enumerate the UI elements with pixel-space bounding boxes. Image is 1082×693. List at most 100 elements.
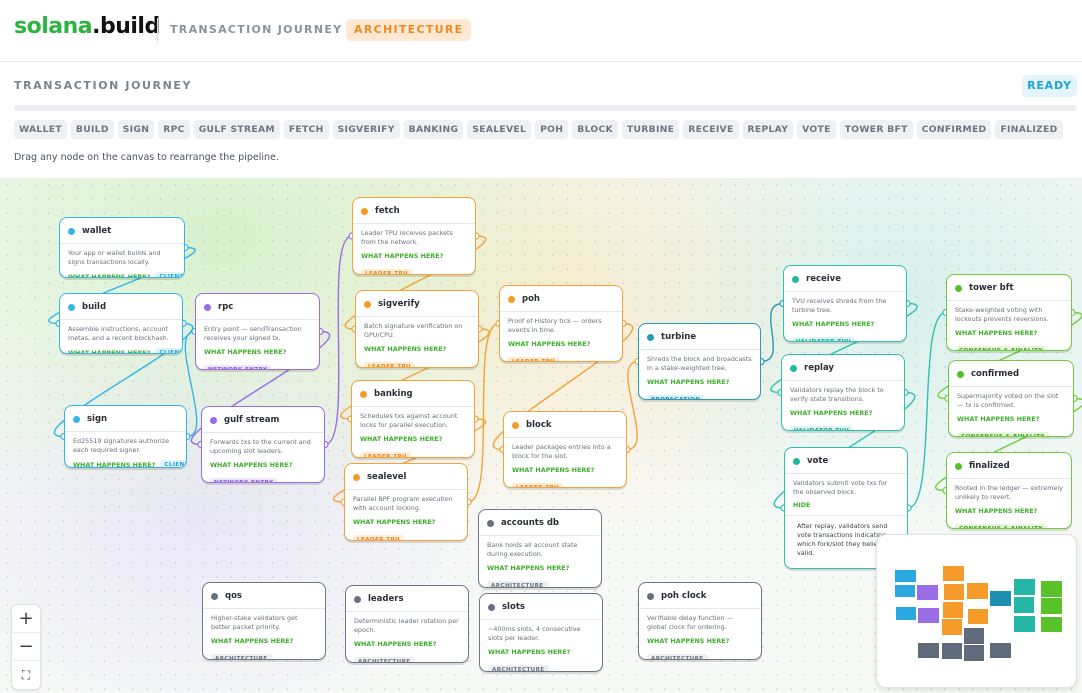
zoom-in-button[interactable]: + — [12, 605, 40, 633]
node-description: Assemble instructions, account metas, an… — [68, 325, 169, 342]
what-happens-here-button[interactable]: WHAT HAPPENS HERE? — [647, 378, 752, 386]
tab-architecture[interactable]: ARCHITECTURE — [346, 19, 472, 41]
step-chip-rpc[interactable]: RPC — [158, 120, 190, 139]
node-title: replay — [804, 363, 834, 373]
what-happens-here-button[interactable]: WHAT HAPPENS HERE? — [955, 329, 1063, 337]
minimap[interactable] — [876, 534, 1077, 688]
what-happens-here-button[interactable]: WHAT HAPPENS HERE? — [647, 637, 753, 645]
node-receive[interactable]: receive TVU receives shreds from the turb… — [783, 265, 907, 342]
node-rpc[interactable]: rpc Entry point — sendTransaction receive… — [195, 293, 320, 370]
what-happens-here-button[interactable]: WHAT HAPPENS HERE? — [488, 648, 594, 656]
logo[interactable]: solana.build — [14, 14, 160, 39]
node-title: rpc — [218, 302, 234, 312]
step-chip-finalized[interactable]: FINALIZED — [995, 120, 1063, 139]
what-happens-here-button[interactable]: WHAT HAPPENS HERE? — [957, 415, 1065, 423]
step-chip-fetch[interactable]: FETCH — [283, 120, 329, 139]
step-chip-vote[interactable]: VOTE — [797, 120, 836, 139]
node-banking[interactable]: banking Schedules txs against account loc… — [351, 380, 475, 458]
step-chip-poh[interactable]: POH — [535, 120, 569, 139]
node-finalized[interactable]: finalized Rooted in the ledger — extremel… — [946, 452, 1072, 529]
node-header: replay — [790, 361, 896, 375]
node-title: sigverify — [378, 299, 420, 309]
tab-transaction-journey[interactable]: TRANSACTION JOURNEY — [162, 19, 350, 41]
node-header: slots — [488, 600, 594, 614]
step-chip-block[interactable]: BLOCK — [572, 120, 618, 139]
node-category-tag: LEADER TPU — [364, 362, 415, 367]
zoom-out-button[interactable]: − — [12, 633, 40, 661]
node-block[interactable]: block Leader packages entries into a bloc… — [503, 411, 627, 488]
step-chip-banking[interactable]: BANKING — [403, 120, 464, 139]
fit-view-button[interactable]: ⛶ — [12, 661, 40, 689]
step-chip-confirmed[interactable]: CONFIRMED — [916, 120, 992, 139]
step-chip-turbine[interactable]: TURBINE — [621, 120, 680, 139]
node-poh[interactable]: poh Proof of History tick — orders events… — [499, 285, 623, 362]
step-chip-sign[interactable]: SIGN — [117, 120, 155, 139]
node-category-tag: VALIDATOR TVU — [790, 426, 854, 430]
what-happens-here-button[interactable]: WHAT HAPPENS HERE? — [360, 435, 466, 443]
node-leaders[interactable]: leaders Deterministic leader rotation per… — [345, 585, 469, 663]
status-dot-icon — [73, 415, 80, 423]
what-happens-here-button[interactable]: WHAT HAPPENS HERE? — [73, 461, 155, 467]
what-happens-here-button[interactable]: WHAT HAPPENS HERE? — [68, 273, 150, 277]
what-happens-here-button[interactable]: WHAT HAPPENS HERE? — [204, 348, 311, 356]
what-happens-here-button[interactable]: WHAT HAPPENS HERE? — [353, 518, 459, 526]
node-divider — [196, 319, 319, 320]
what-happens-here-button[interactable]: WHAT HAPPENS HERE? — [792, 320, 898, 328]
minimap-node-build — [894, 585, 916, 598]
node-header: sign — [73, 412, 178, 426]
node-description: ~400ms slots, 4 consecutive slots per le… — [488, 625, 581, 642]
minimap-node-sign — [895, 607, 916, 620]
node-confirmed[interactable]: confirmed Supermajority voted on the slot… — [948, 360, 1074, 437]
step-chip-wallet[interactable]: WALLET — [14, 120, 67, 139]
node-fetch[interactable]: fetch Leader TPU receives packets from th… — [352, 197, 476, 275]
step-chip-build[interactable]: BUILD — [70, 120, 114, 139]
hide-details-button[interactable]: HIDE — [793, 501, 899, 509]
node-title: block — [526, 420, 552, 430]
step-chip-sigverify[interactable]: SIGVERIFY — [332, 120, 400, 139]
what-happens-here-button[interactable]: WHAT HAPPENS HERE? — [508, 340, 614, 348]
node-qos[interactable]: qos Higher-stake validators get better pa… — [202, 582, 326, 660]
node-gulf[interactable]: gulf stream Forwards txs to the current a… — [201, 406, 325, 483]
node-wallet[interactable]: wallet Your app or wallet builds and sign… — [59, 217, 185, 278]
node-category-tag: NETWORK ENTRY — [204, 365, 272, 369]
node-turbine[interactable]: turbine Shreds the block and broadcasts i… — [638, 323, 761, 400]
status-dot-icon — [508, 295, 515, 303]
node-pohclock[interactable]: poh clock Verifiable delay function — glo… — [638, 582, 762, 660]
what-happens-here-button[interactable]: WHAT HAPPENS HERE? — [512, 466, 618, 474]
step-chip-gulf-stream[interactable]: GULF STREAM — [193, 120, 280, 139]
node-sealevel[interactable]: sealevel Parallel BPF program execution w… — [344, 463, 468, 541]
node-accounts[interactable]: accounts db Bank holds all account state … — [478, 509, 602, 588]
status-dot-icon — [647, 333, 654, 341]
what-happens-here-button[interactable]: WHAT HAPPENS HERE? — [210, 461, 316, 469]
node-description: Bank holds all account state during exec… — [487, 541, 578, 558]
progress-bar — [14, 105, 1077, 111]
what-happens-here-button[interactable]: WHAT HAPPENS HERE? — [790, 409, 896, 417]
node-tower[interactable]: tower bft Stake-weighted voting with lock… — [946, 274, 1072, 351]
node-title: finalized — [969, 461, 1010, 471]
node-replay[interactable]: replay Validators replay the block to ver… — [781, 354, 905, 431]
step-chip-receive[interactable]: RECEIVE — [683, 120, 739, 139]
what-happens-here-button[interactable]: WHAT HAPPENS HERE? — [955, 507, 1063, 515]
node-build[interactable]: build Assemble instructions, account meta… — [59, 293, 183, 354]
what-happens-here-button[interactable]: WHAT HAPPENS HERE? — [364, 345, 470, 353]
step-chip-tower-bft[interactable]: TOWER BFT — [839, 120, 913, 139]
node-slots[interactable]: slots ~400ms slots, 4 consecutive slots p… — [479, 593, 603, 672]
step-chip-sealevel[interactable]: SEALEVEL — [467, 120, 532, 139]
minimap-node-turbine — [990, 591, 1011, 607]
node-title: confirmed — [971, 369, 1020, 379]
minimap-node-leaders — [941, 643, 963, 659]
node-sigverify[interactable]: sigverify Batch signature verification on… — [355, 290, 479, 368]
minimap-node-sigverify — [943, 584, 965, 600]
node-header: sealevel — [353, 470, 459, 484]
what-happens-here-button[interactable]: WHAT HAPPENS HERE? — [361, 252, 467, 260]
step-chip-replay[interactable]: REPLAY — [742, 120, 794, 139]
pipeline-canvas[interactable]: wallet Your app or wallet builds and sign… — [0, 178, 1082, 693]
node-divider — [947, 478, 1071, 479]
node-category-tag: CLIENT — [160, 460, 186, 467]
node-sign[interactable]: sign Ed25519 signatures authorize each re… — [64, 405, 187, 468]
what-happens-here-button[interactable]: WHAT HAPPENS HERE? — [68, 349, 150, 353]
what-happens-here-button[interactable]: WHAT HAPPENS HERE? — [354, 640, 460, 648]
what-happens-here-button[interactable]: WHAT HAPPENS HERE? — [211, 637, 317, 645]
what-happens-here-button[interactable]: WHAT HAPPENS HERE? — [487, 564, 593, 572]
node-category-tag: NETWORK ENTRY — [210, 478, 278, 482]
